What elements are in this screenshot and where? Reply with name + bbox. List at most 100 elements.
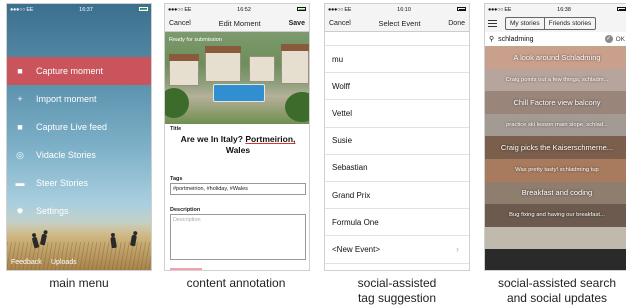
search-icon: ⚲: [489, 36, 495, 43]
list-item-label: Susie: [332, 136, 353, 146]
menu-item-vidacle-stories[interactable]: ◎ Vidacle Stories: [7, 141, 151, 169]
search-input[interactable]: schladming: [498, 36, 533, 43]
feed-item[interactable]: Craig points out a few things, schladm..…: [485, 68, 626, 92]
feed-item[interactable]: A look around Schladming: [485, 46, 626, 69]
photo-tree: [165, 88, 189, 118]
list-item-label: Sebastian: [332, 163, 368, 173]
description-input[interactable]: Description: [170, 214, 306, 260]
menu-item-capture-live-feed[interactable]: ■ Capture Live feed: [7, 113, 151, 141]
cancel-button[interactable]: Cancel: [169, 20, 191, 27]
menu-item-label: Capture moment: [36, 66, 104, 76]
tags-input[interactable]: #portmeirion, #holiday, #Wales: [170, 183, 306, 195]
battery-icon: [617, 7, 626, 13]
search-bar: ⚲ schladming ✓ OK: [485, 32, 626, 46]
caption-search-updates: social-assisted search and social update…: [482, 276, 626, 306]
clear-search-icon[interactable]: ✓: [604, 35, 613, 43]
clock: 16:52: [237, 6, 251, 13]
caption-tag-suggestion: social-assisted tag suggestion: [322, 276, 472, 306]
list-item-label: <New Event>: [332, 244, 381, 254]
tags-label: Tags: [170, 176, 183, 182]
video-camera-icon: ■: [17, 65, 23, 76]
battery-icon: [297, 7, 306, 13]
carrier-label: ●●●○○ EE: [168, 6, 192, 13]
title-text: Are we In Italy?: [180, 134, 246, 144]
feed-item[interactable]: Craig picks the Kaiserschmerne...: [485, 136, 626, 159]
page-title: Edit Moment: [218, 18, 261, 28]
cancel-button[interactable]: Cancel: [329, 20, 351, 27]
list-item[interactable]: Sebastian: [325, 155, 469, 182]
menu-item-steer-stories[interactable]: ▬ Steer Stories: [7, 169, 151, 197]
menu-item-label: Capture Live feed: [36, 122, 108, 132]
feed-item-label: Was pretty tasty! schladming tup: [515, 167, 599, 174]
status-bar: ●●●○○ EE 16:10: [325, 4, 469, 15]
photo-tree: [285, 92, 309, 122]
photo-roof: [281, 44, 309, 51]
caption-line: social-assisted search: [497, 276, 617, 290]
menu-item-capture-moment[interactable]: ■ Capture moment: [7, 57, 151, 85]
photo-building: [205, 52, 241, 82]
menu-item-label: Settings: [36, 206, 69, 216]
done-button[interactable]: Done: [448, 20, 465, 27]
list-item-label: mu: [332, 54, 344, 64]
story-feed: A look around Schladming Craig points out…: [485, 46, 626, 250]
photo-building: [249, 56, 275, 82]
feedback-link[interactable]: Feedback: [11, 259, 42, 266]
list-item[interactable]: Grand Prix: [325, 182, 469, 210]
list-item[interactable]: Susie: [325, 128, 469, 155]
list-item[interactable]: mu: [325, 46, 469, 74]
list-item-label: Wolff: [332, 81, 350, 91]
plus-icon: +: [17, 93, 23, 104]
feed-item[interactable]: Breakfast and coding: [485, 181, 626, 205]
stories-segmented-control: My stories Friends stories: [505, 17, 597, 30]
hamburger-menu-icon[interactable]: [488, 20, 497, 27]
caption-line: and social updates: [506, 291, 608, 305]
list-item[interactable]: Wolff: [325, 73, 469, 101]
save-button[interactable]: Save: [289, 20, 305, 27]
submission-status: Ready for submission: [169, 37, 222, 43]
feed-item[interactable]: Chill Factore view balcony: [485, 91, 626, 114]
uploads-link[interactable]: Uploads: [51, 259, 77, 266]
list-item-new-event[interactable]: <New Event> ›: [325, 236, 469, 264]
target-icon: ◎: [16, 149, 24, 160]
menu-item-import-moment[interactable]: + Import moment: [7, 85, 151, 113]
segment-friends-stories[interactable]: Friends stories: [543, 18, 596, 29]
status-bar: ●●●○○ EE 16:52: [165, 4, 309, 15]
menu-item-label: Steer Stories: [36, 178, 89, 188]
carrier-label: ●●●○○ EE: [488, 6, 512, 13]
list-item[interactable]: Vettel: [325, 100, 469, 128]
clock: 16:38: [557, 6, 571, 13]
segment-my-stories[interactable]: My stories: [506, 18, 544, 29]
list-item[interactable]: Formula One: [325, 209, 469, 237]
select-event-screen: ●●●○○ EE 16:10 Cancel Select Event Done …: [324, 3, 470, 271]
list-item-partial[interactable]: [325, 32, 469, 46]
title-text-misspelled: Portmeirion,: [245, 134, 296, 144]
caption-line: social-assisted: [357, 276, 437, 290]
photo-roof: [205, 46, 241, 53]
caption-line: tag suggestion: [357, 291, 437, 305]
feed-item[interactable]: [485, 226, 626, 250]
title-label: Title: [170, 126, 182, 132]
folder-icon: ▬: [15, 177, 25, 188]
nav-bar: Cancel Select Event Done: [325, 15, 469, 32]
moment-photo[interactable]: Ready for submission: [165, 32, 309, 124]
top-bar: My stories Friends stories: [485, 15, 626, 32]
main-menu-list: ■ Capture moment + Import moment ■ Captu…: [7, 57, 151, 225]
title-field[interactable]: Are we In Italy? Portmeirion, Wales: [169, 134, 307, 156]
feed-item[interactable]: Was pretty tasty! schladming tup: [485, 158, 626, 182]
menu-item-settings[interactable]: ✹ Settings: [7, 197, 151, 225]
feed-item-label: A look around Schladming: [513, 52, 601, 62]
gear-icon: ✹: [16, 205, 24, 216]
battery-icon: [139, 7, 148, 13]
feed-item[interactable]: Bug fixing and having our breakfast...: [485, 204, 626, 227]
main-menu-screen: ●●●○○ EE 16:37 ■ Capture moment + Import…: [6, 3, 152, 271]
color-swatch[interactable]: [170, 268, 202, 270]
description-label: Description: [170, 207, 201, 213]
search-ok-button[interactable]: OK: [616, 36, 625, 43]
photo-building: [169, 60, 199, 86]
feed-item-label: Craig points out a few things, schladm..…: [505, 76, 609, 83]
feed-item[interactable]: practice ski lesson main slope, schlad..…: [485, 113, 626, 137]
battery-icon: [457, 7, 466, 13]
carrier-label: ●●●○○ EE: [10, 6, 34, 13]
title-text: Wales: [225, 145, 251, 155]
photo-building: [281, 50, 309, 84]
